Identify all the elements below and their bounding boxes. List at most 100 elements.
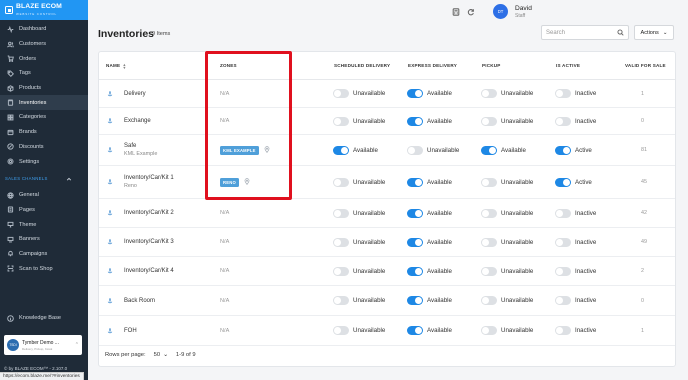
pickup-cell: Unavailable <box>481 286 533 315</box>
express-delivery-toggle[interactable] <box>407 145 423 155</box>
express-delivery-label: Available <box>427 297 452 304</box>
pickup-toggle[interactable] <box>481 89 497 98</box>
column-header-name[interactable]: NAME ▴ ▾ <box>106 63 126 70</box>
express-delivery-cell: Unavailable <box>407 135 459 165</box>
is-active-label: Inactive <box>575 209 597 217</box>
table-row[interactable]: Delivery N/A Unavailable Available Unavailab… <box>99 80 675 108</box>
pickup-toggle[interactable] <box>481 208 497 218</box>
is-active-toggle[interactable] <box>555 177 571 187</box>
scheduled-delivery-toggle[interactable] <box>333 266 349 276</box>
express-delivery-toggle[interactable] <box>407 326 423 335</box>
express-delivery-label: Unavailable <box>427 146 460 154</box>
inventory-subtitle: KML Example <box>124 151 158 157</box>
sidebar-item-scan-to-shop[interactable]: Scan to Shop <box>0 261 88 276</box>
inventory-name[interactable]: Back Room <box>124 298 155 304</box>
rows-per-page-select[interactable]: 50 ⌄ <box>154 352 168 358</box>
express-delivery-toggle[interactable] <box>407 89 423 98</box>
sidebar-item-settings[interactable]: Settings <box>0 154 88 169</box>
sidebar-item-inventories[interactable]: Inventories <box>0 95 88 111</box>
sidebar-item-knowledge-base[interactable]: Knowledge Base <box>0 311 88 326</box>
table-row[interactable]: FOH N/A Unavailable Available Unavailable Ina… <box>99 316 675 346</box>
sidebar-item-theme[interactable]: Theme <box>0 217 88 232</box>
is-active-toggle[interactable] <box>555 296 571 305</box>
inventory-name[interactable]: Inventory/Car/Kit 1 <box>124 175 174 181</box>
table-row[interactable]: Exchange N/A Unavailable Available Unavailab… <box>99 108 675 135</box>
store-switcher[interactable]: TSDI Tymber Demo ... Delivery, Pickup, K… <box>4 335 82 355</box>
actions-button[interactable]: Actions ⌄ <box>634 25 674 40</box>
sidebar-item-dashboard[interactable]: Dashboard <box>0 22 88 37</box>
is-active-toggle[interactable] <box>555 116 571 126</box>
table-row[interactable]: Safe KML Example KML EXAMPLE Available Unava… <box>99 135 675 166</box>
user-name[interactable]: David <box>515 5 532 12</box>
box-icon <box>6 84 14 92</box>
sidebar-item-general[interactable]: General <box>0 188 88 203</box>
sort-icon[interactable]: ▴ ▾ <box>123 63 125 70</box>
scheduled-delivery-toggle[interactable] <box>333 116 349 126</box>
express-delivery-toggle[interactable] <box>407 237 423 247</box>
inventory-name[interactable]: Safe <box>124 143 157 149</box>
inventory-name[interactable]: Inventory/Car/Kit 4 <box>124 268 174 274</box>
scheduled-delivery-toggle[interactable] <box>333 237 349 247</box>
user-avatar[interactable]: DT <box>493 4 508 19</box>
sidebar-item-discounts[interactable]: Discounts <box>0 140 88 155</box>
sidebar-item-banners[interactable]: Banners <box>0 232 88 247</box>
sidebar-item-campaigns[interactable]: Campaigns <box>0 247 88 262</box>
pickup-toggle[interactable] <box>481 177 497 187</box>
table-row[interactable]: Back Room N/A Unavailable Available Unavaila… <box>99 286 675 316</box>
toggle-knob <box>334 209 341 217</box>
is-active-toggle[interactable] <box>555 237 571 247</box>
scheduled-delivery-cell: Unavailable <box>333 199 385 227</box>
inventory-name[interactable]: Exchange <box>124 118 151 124</box>
express-delivery-label: Available <box>427 209 452 217</box>
pickup-toggle[interactable] <box>481 326 497 335</box>
search-input[interactable]: Search <box>541 25 629 40</box>
pickup-cell: Unavailable <box>481 316 533 345</box>
actions-label: Actions <box>640 29 659 36</box>
inventory-name[interactable]: Inventory/Car/Kit 3 <box>124 239 174 245</box>
pickup-toggle[interactable] <box>481 296 497 305</box>
is-active-toggle[interactable] <box>555 326 571 335</box>
brand-header[interactable]: BLAZE ECOM WEBSITE CONTROL <box>0 0 88 20</box>
pickup-toggle[interactable] <box>481 237 497 247</box>
sidebar-item-categories[interactable]: Categories <box>0 110 88 125</box>
pickup-label: Unavailable <box>501 90 534 97</box>
express-delivery-toggle[interactable] <box>407 266 423 276</box>
scheduled-delivery-toggle[interactable] <box>333 145 349 155</box>
inventory-name[interactable]: Inventory/Car/Kit 2 <box>124 210 174 216</box>
pickup-toggle[interactable] <box>481 145 497 155</box>
table-row[interactable]: Inventory/Car/Kit 2 N/A Unavailable Availab… <box>99 199 675 228</box>
scheduled-delivery-toggle[interactable] <box>333 296 349 305</box>
scheduled-delivery-toggle[interactable] <box>333 326 349 335</box>
scheduled-delivery-toggle[interactable] <box>333 89 349 98</box>
sidebar-item-brands[interactable]: Brands <box>0 125 88 140</box>
sidebar-item-products[interactable]: Products <box>0 81 88 96</box>
express-delivery-toggle[interactable] <box>407 177 423 187</box>
scheduled-delivery-toggle[interactable] <box>333 177 349 187</box>
table-row[interactable]: Inventory/Car/Kit 3 N/A Unavailable Availab… <box>99 228 675 257</box>
chevron-updown-icon: ⌃ <box>74 342 79 348</box>
pickup-toggle[interactable] <box>481 266 497 276</box>
calculator-icon[interactable] <box>452 8 460 16</box>
sidebar-item-orders[interactable]: Orders <box>0 51 88 66</box>
is-active-toggle[interactable] <box>555 89 571 98</box>
sales-channels-header[interactable]: SALES CHANNELS <box>0 172 88 186</box>
scheduled-delivery-toggle[interactable] <box>333 208 349 218</box>
valid-for-sale: 1 <box>641 327 644 334</box>
express-delivery-toggle[interactable] <box>407 116 423 126</box>
is-active-toggle[interactable] <box>555 208 571 218</box>
express-delivery-toggle[interactable] <box>407 208 423 218</box>
is-active-toggle[interactable] <box>555 266 571 276</box>
inventory-name[interactable]: FOH <box>124 328 137 334</box>
is-active-toggle[interactable] <box>555 145 571 155</box>
sidebar-item-tags[interactable]: Tags <box>0 66 88 81</box>
table-row[interactable]: Inventory/Car/Kit 1 Reno RENO Unavailable Av… <box>99 166 675 199</box>
inventory-name[interactable]: Delivery <box>124 91 146 97</box>
pickup-label: Unavailable <box>501 267 534 275</box>
pickup-toggle[interactable] <box>481 116 497 126</box>
table-row[interactable]: Inventory/Car/Kit 4 N/A Unavailable Availab… <box>99 257 675 286</box>
express-delivery-toggle[interactable] <box>407 296 423 305</box>
refresh-icon[interactable] <box>467 8 475 16</box>
toggle-knob <box>334 327 341 334</box>
sidebar-item-customers[interactable]: Customers <box>0 37 88 52</box>
sidebar-item-pages[interactable]: Pages <box>0 203 88 218</box>
